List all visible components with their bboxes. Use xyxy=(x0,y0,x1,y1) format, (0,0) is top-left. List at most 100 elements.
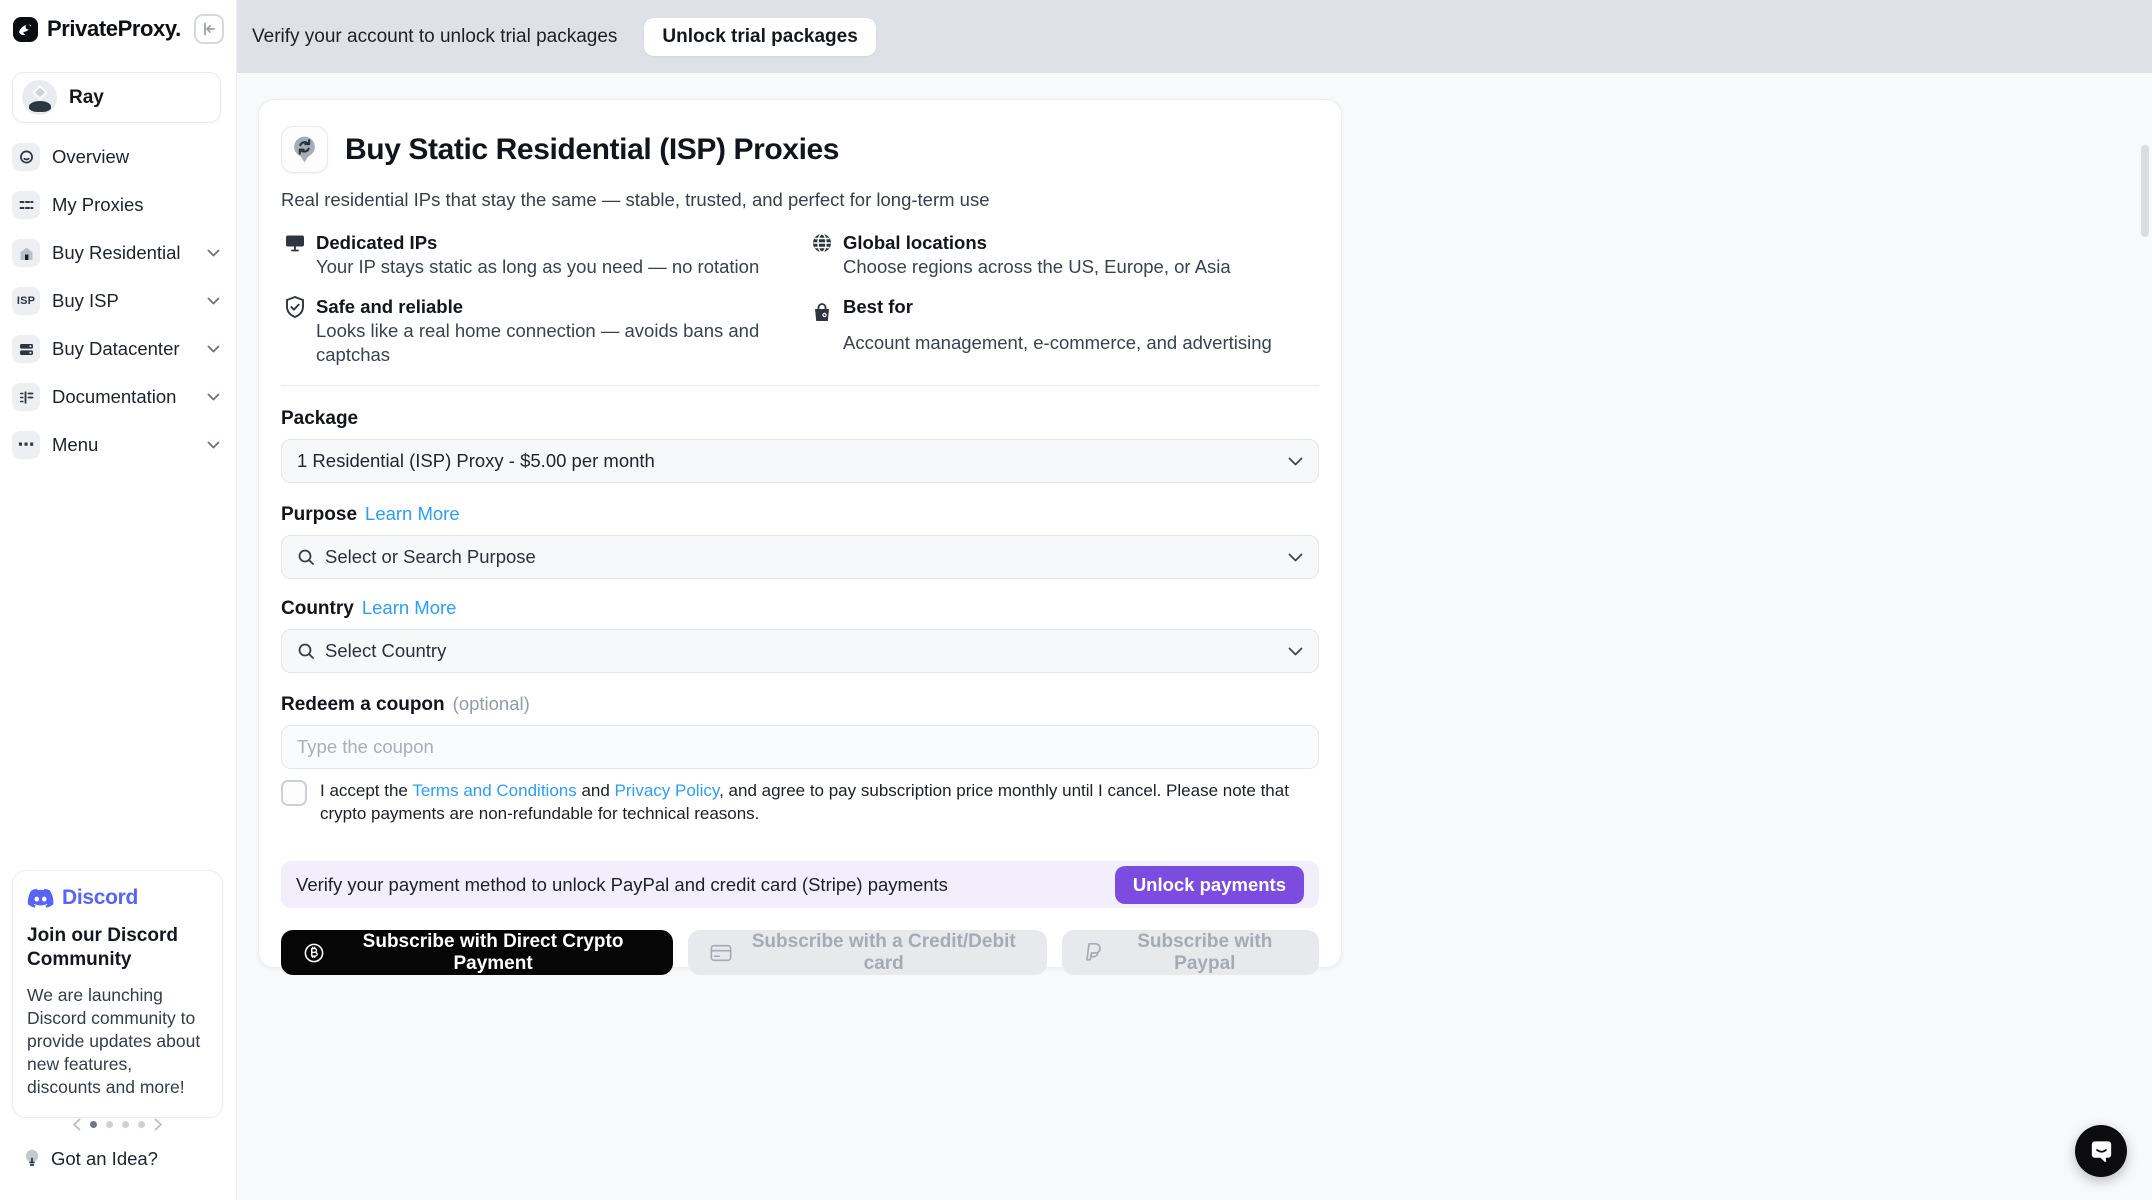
search-icon xyxy=(297,642,316,661)
package-select[interactable]: 1 Residential (ISP) Proxy - $5.00 per mo… xyxy=(281,439,1319,483)
carousel-prev-icon[interactable] xyxy=(72,1118,81,1131)
scrollbar-thumb[interactable] xyxy=(2141,145,2149,237)
discord-body: We are launching Discord community to pr… xyxy=(27,984,208,1099)
sidebar-nav: Overview My Proxies Buy Residential ISP xyxy=(12,140,224,476)
isp-badge-icon: ISP xyxy=(12,287,40,315)
collapse-sidebar-button[interactable] xyxy=(194,14,224,44)
country-label: Country xyxy=(281,597,354,620)
terms-and-conditions-link[interactable]: Terms and Conditions xyxy=(412,781,576,800)
sidebar: PrivateProxy. Ray Overview xyxy=(0,0,237,1200)
country-select[interactable]: Select Country xyxy=(281,629,1319,673)
chevron-down-icon xyxy=(207,249,220,257)
country-learn-more-link[interactable]: Learn More xyxy=(362,596,457,619)
server-stack-icon xyxy=(12,335,40,363)
chevron-down-icon xyxy=(1288,553,1303,562)
subscribe-buttons-row: Subscribe with Direct Crypto Payment Sub… xyxy=(281,930,1319,975)
terms-checkbox[interactable] xyxy=(281,780,307,806)
sidebar-item-menu[interactable]: ⋯ Menu xyxy=(12,428,224,462)
house-icon xyxy=(12,239,40,267)
terms-row: I accept the Terms and Conditions and Pr… xyxy=(281,779,1319,825)
buy-isp-proxies-card: Buy Static Residential (ISP) Proxies Rea… xyxy=(258,99,1342,968)
sidebar-item-label: My Proxies xyxy=(52,194,144,216)
coupon-input[interactable] xyxy=(281,725,1319,769)
discord-promo-card[interactable]: Discord Join our Discord Community We ar… xyxy=(12,870,223,1118)
feature-best-for: Best for Account management, e-commerce,… xyxy=(808,295,1319,367)
monitor-icon xyxy=(281,231,308,255)
verify-payment-text: Verify your payment method to unlock Pay… xyxy=(296,874,948,896)
feature-global-locations: Global locations Choose regions across t… xyxy=(808,231,1319,279)
document-list-icon xyxy=(12,383,40,411)
unlock-trial-packages-button[interactable]: Unlock trial packages xyxy=(644,18,875,56)
package-label-row: Package xyxy=(281,407,1319,430)
promo-carousel xyxy=(12,1118,223,1131)
feature-dedicated-ips: Dedicated IPs Your IP stays static as lo… xyxy=(281,231,808,279)
sidebar-item-label: Documentation xyxy=(52,386,176,408)
sidebar-item-label: Menu xyxy=(52,434,98,456)
card-header: Buy Static Residential (ISP) Proxies xyxy=(281,126,1319,173)
sidebar-item-my-proxies[interactable]: My Proxies xyxy=(12,188,224,222)
got-an-idea-link[interactable]: Got an Idea? xyxy=(22,1148,158,1170)
purpose-label-row: Purpose Learn More xyxy=(281,502,1319,526)
sidebar-item-buy-datacenter[interactable]: Buy Datacenter xyxy=(12,332,224,366)
subscribe-card-button[interactable]: Subscribe with a Credit/Debit card xyxy=(688,930,1047,975)
chevron-down-icon xyxy=(1288,647,1303,656)
sidebar-item-buy-residential[interactable]: Buy Residential xyxy=(12,236,224,270)
carousel-dot[interactable] xyxy=(138,1121,145,1128)
coupon-optional-hint: (optional) xyxy=(453,692,530,715)
section-divider xyxy=(281,385,1319,386)
unlock-payments-button[interactable]: Unlock payments xyxy=(1115,866,1304,904)
banner-text: Verify your account to unlock trial pack… xyxy=(252,26,617,48)
chevron-down-icon xyxy=(1288,457,1303,466)
brand-logo-icon xyxy=(12,16,39,43)
globe-icon xyxy=(808,231,835,255)
coupon-label: Redeem a coupon xyxy=(281,693,445,716)
logo-row: PrivateProxy. xyxy=(0,0,236,58)
chevron-down-icon xyxy=(207,345,220,353)
purpose-select[interactable]: Select or Search Purpose xyxy=(281,535,1319,579)
privacy-policy-link[interactable]: Privacy Policy xyxy=(615,781,720,800)
package-label: Package xyxy=(281,407,358,430)
chevron-down-icon xyxy=(207,393,220,401)
page-subtitle: Real residential IPs that stay the same … xyxy=(281,188,1319,211)
brand-name: PrivateProxy. xyxy=(47,16,181,42)
paypal-icon xyxy=(1084,941,1102,965)
purpose-learn-more-link[interactable]: Learn More xyxy=(365,502,460,525)
subscribe-crypto-button[interactable]: Subscribe with Direct Crypto Payment xyxy=(281,930,673,975)
discord-mascot-icon xyxy=(27,888,54,909)
app-root: PrivateProxy. Ray Overview xyxy=(0,0,2152,1200)
search-icon xyxy=(297,548,316,567)
proxies-list-icon xyxy=(12,191,40,219)
chat-widget-button[interactable] xyxy=(2075,1125,2127,1177)
discord-logo: Discord xyxy=(27,886,208,910)
carousel-dot[interactable] xyxy=(106,1121,113,1128)
avatar xyxy=(22,80,57,115)
user-name: Ray xyxy=(69,87,104,109)
page-title: Buy Static Residential (ISP) Proxies xyxy=(345,133,839,167)
sidebar-item-label: Buy Datacenter xyxy=(52,338,180,360)
credit-card-icon xyxy=(710,943,732,963)
sidebar-item-buy-isp[interactable]: ISP Buy ISP xyxy=(12,284,224,318)
verify-account-banner: Verify your account to unlock trial pack… xyxy=(237,0,2152,73)
chat-bubble-icon xyxy=(2088,1138,2115,1165)
carousel-dot[interactable] xyxy=(122,1121,129,1128)
collapse-arrow-icon xyxy=(201,21,217,37)
purpose-label: Purpose xyxy=(281,503,357,526)
sidebar-item-label: Overview xyxy=(52,146,129,168)
sidebar-item-label: Buy Residential xyxy=(52,242,181,264)
overview-icon xyxy=(12,143,40,171)
shopping-bag-icon xyxy=(808,295,835,331)
user-card[interactable]: Ray xyxy=(12,72,221,123)
verify-payment-banner: Verify your payment method to unlock Pay… xyxy=(281,861,1319,908)
lightbulb-icon xyxy=(22,1148,42,1170)
bitcoin-icon xyxy=(303,941,325,965)
carousel-dot[interactable] xyxy=(90,1121,97,1128)
sidebar-item-label: Buy ISP xyxy=(52,290,119,312)
terms-text: I accept the Terms and Conditions and Pr… xyxy=(320,779,1310,825)
sidebar-item-overview[interactable]: Overview xyxy=(12,140,224,174)
sidebar-item-documentation[interactable]: Documentation xyxy=(12,380,224,414)
coupon-label-row: Redeem a coupon (optional) xyxy=(281,692,1319,716)
carousel-next-icon[interactable] xyxy=(154,1118,163,1131)
shield-check-icon xyxy=(281,295,308,319)
feature-grid: Dedicated IPs Your IP stays static as lo… xyxy=(281,231,1319,367)
subscribe-paypal-button[interactable]: Subscribe with Paypal xyxy=(1062,930,1319,975)
